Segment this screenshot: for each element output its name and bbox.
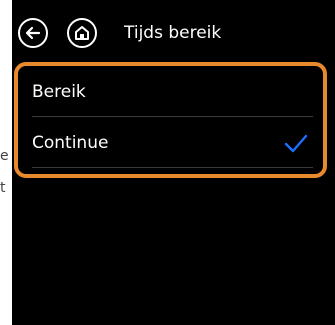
divider: [32, 116, 313, 117]
option-bereik[interactable]: Bereik: [18, 68, 323, 118]
divider: [32, 167, 313, 168]
checkmark-icon: [284, 134, 308, 153]
option-label: Bereik: [32, 82, 86, 102]
device-screen: Tijds bereik Bereik Continue: [12, 0, 335, 325]
back-arrow-icon: [25, 26, 41, 40]
option-label: Continue: [32, 133, 109, 153]
home-icon: [75, 26, 89, 40]
back-button[interactable]: [18, 18, 48, 48]
background-text-fragment: e: [0, 148, 9, 164]
option-continue[interactable]: Continue: [18, 119, 323, 169]
home-button[interactable]: [67, 18, 97, 48]
header-bar: Tijds bereik: [12, 0, 335, 62]
background-text-fragment: t: [0, 180, 6, 196]
page-title: Tijds bereik: [124, 23, 222, 43]
time-range-options: Bereik Continue: [14, 62, 327, 178]
